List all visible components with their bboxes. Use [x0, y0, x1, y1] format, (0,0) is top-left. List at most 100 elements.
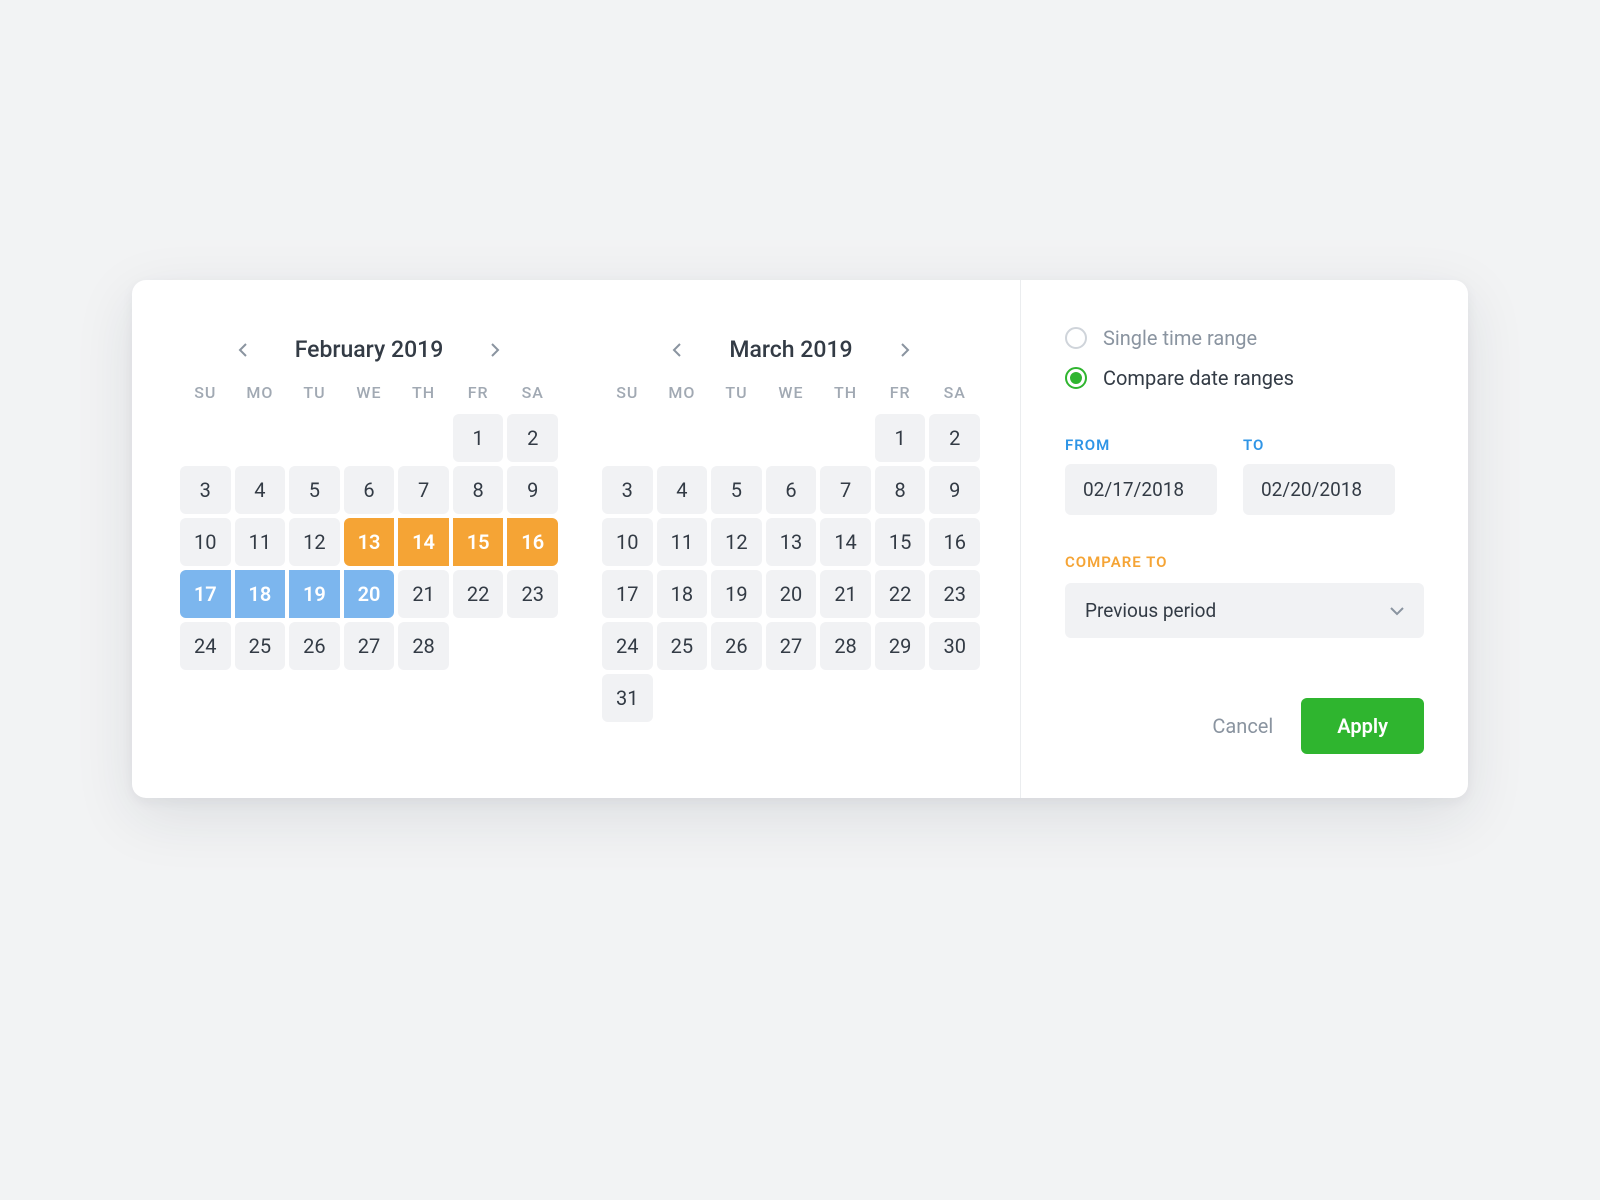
- day-cell[interactable]: 18: [657, 570, 708, 618]
- weekday-label: TU: [289, 383, 340, 402]
- day-cell[interactable]: 11: [235, 518, 286, 566]
- day-cell[interactable]: 13: [344, 518, 395, 566]
- weekday-label: FR: [453, 383, 504, 402]
- to-label: TO: [1243, 436, 1395, 454]
- day-cell[interactable]: 13: [766, 518, 817, 566]
- day-cell[interactable]: 24: [180, 622, 231, 670]
- day-cell[interactable]: 4: [657, 466, 708, 514]
- prev-month-button[interactable]: [667, 340, 687, 360]
- radio-single-time-range[interactable]: Single time range: [1065, 326, 1424, 350]
- from-field: FROM 02/17/2018: [1065, 436, 1217, 515]
- actions-row: Cancel Apply: [1065, 638, 1424, 754]
- days-grid: 1234567891011121314151617181920212223242…: [180, 414, 558, 670]
- day-cell[interactable]: 31: [602, 674, 653, 722]
- day-cell[interactable]: 12: [711, 518, 762, 566]
- weekday-label: SU: [180, 383, 231, 402]
- day-cell[interactable]: 8: [453, 466, 504, 514]
- day-cell[interactable]: 17: [180, 570, 231, 618]
- weekday-label: SA: [929, 383, 980, 402]
- day-cell[interactable]: 10: [602, 518, 653, 566]
- day-cell[interactable]: 6: [766, 466, 817, 514]
- day-empty: [602, 414, 653, 462]
- next-month-button[interactable]: [895, 340, 915, 360]
- radio-label: Single time range: [1103, 326, 1257, 350]
- day-cell[interactable]: 16: [507, 518, 558, 566]
- day-cell[interactable]: 11: [657, 518, 708, 566]
- next-month-button[interactable]: [485, 340, 505, 360]
- weekday-label: MO: [235, 383, 286, 402]
- day-cell[interactable]: 26: [711, 622, 762, 670]
- day-cell[interactable]: 12: [289, 518, 340, 566]
- day-cell[interactable]: 15: [453, 518, 504, 566]
- day-cell[interactable]: 2: [929, 414, 980, 462]
- day-cell[interactable]: 24: [602, 622, 653, 670]
- day-cell[interactable]: 21: [398, 570, 449, 618]
- day-cell[interactable]: 28: [820, 622, 871, 670]
- chevron-down-icon: [1390, 601, 1404, 620]
- day-cell[interactable]: 16: [929, 518, 980, 566]
- day-cell[interactable]: 6: [344, 466, 395, 514]
- day-empty: [657, 414, 708, 462]
- days-grid: 1234567891011121314151617181920212223242…: [602, 414, 980, 722]
- day-cell[interactable]: 14: [398, 518, 449, 566]
- day-cell[interactable]: 14: [820, 518, 871, 566]
- apply-button[interactable]: Apply: [1301, 698, 1424, 754]
- day-empty: [398, 414, 449, 462]
- day-cell[interactable]: 23: [507, 570, 558, 618]
- day-cell[interactable]: 7: [820, 466, 871, 514]
- radio-icon: [1065, 367, 1087, 389]
- day-cell[interactable]: 3: [180, 466, 231, 514]
- day-cell[interactable]: 8: [875, 466, 926, 514]
- day-cell[interactable]: 18: [235, 570, 286, 618]
- day-cell[interactable]: 29: [875, 622, 926, 670]
- select-value: Previous period: [1085, 599, 1216, 622]
- weekday-label: FR: [875, 383, 926, 402]
- day-cell[interactable]: 20: [344, 570, 395, 618]
- compare-to-select[interactable]: Previous period: [1065, 583, 1424, 638]
- cancel-button[interactable]: Cancel: [1212, 714, 1273, 738]
- from-input[interactable]: 02/17/2018: [1065, 464, 1217, 515]
- to-input[interactable]: 02/20/2018: [1243, 464, 1395, 515]
- day-cell[interactable]: 22: [875, 570, 926, 618]
- weekday-row: SUMOTUWETHFRSA: [602, 383, 980, 402]
- weekday-label: SU: [602, 383, 653, 402]
- day-cell[interactable]: 9: [507, 466, 558, 514]
- radio-label: Compare date ranges: [1103, 366, 1294, 390]
- day-empty: [820, 414, 871, 462]
- day-cell[interactable]: 4: [235, 466, 286, 514]
- to-field: TO 02/20/2018: [1243, 436, 1395, 515]
- day-cell[interactable]: 28: [398, 622, 449, 670]
- day-cell[interactable]: 26: [289, 622, 340, 670]
- day-cell[interactable]: 1: [453, 414, 504, 462]
- day-empty: [289, 414, 340, 462]
- weekday-row: SUMOTUWETHFRSA: [180, 383, 558, 402]
- day-cell[interactable]: 2: [507, 414, 558, 462]
- day-cell[interactable]: 10: [180, 518, 231, 566]
- day-cell[interactable]: 19: [289, 570, 340, 618]
- prev-month-button[interactable]: [233, 340, 253, 360]
- day-cell[interactable]: 22: [453, 570, 504, 618]
- day-cell[interactable]: 9: [929, 466, 980, 514]
- weekday-label: WE: [344, 383, 395, 402]
- day-cell[interactable]: 25: [657, 622, 708, 670]
- date-range-picker: February 2019SUMOTUWETHFRSA1234567891011…: [132, 280, 1468, 798]
- day-empty: [235, 414, 286, 462]
- day-cell[interactable]: 1: [875, 414, 926, 462]
- day-cell[interactable]: 20: [766, 570, 817, 618]
- day-cell[interactable]: 23: [929, 570, 980, 618]
- day-cell[interactable]: 5: [711, 466, 762, 514]
- day-cell[interactable]: 7: [398, 466, 449, 514]
- day-cell[interactable]: 27: [344, 622, 395, 670]
- day-cell[interactable]: 3: [602, 466, 653, 514]
- day-cell[interactable]: 17: [602, 570, 653, 618]
- day-cell[interactable]: 25: [235, 622, 286, 670]
- day-cell[interactable]: 30: [929, 622, 980, 670]
- day-cell[interactable]: 15: [875, 518, 926, 566]
- day-cell[interactable]: 27: [766, 622, 817, 670]
- weekday-label: WE: [766, 383, 817, 402]
- sidebar: Single time range Compare date ranges FR…: [1021, 280, 1468, 798]
- day-cell[interactable]: 21: [820, 570, 871, 618]
- day-cell[interactable]: 19: [711, 570, 762, 618]
- day-cell[interactable]: 5: [289, 466, 340, 514]
- radio-compare-date-ranges[interactable]: Compare date ranges: [1065, 366, 1424, 390]
